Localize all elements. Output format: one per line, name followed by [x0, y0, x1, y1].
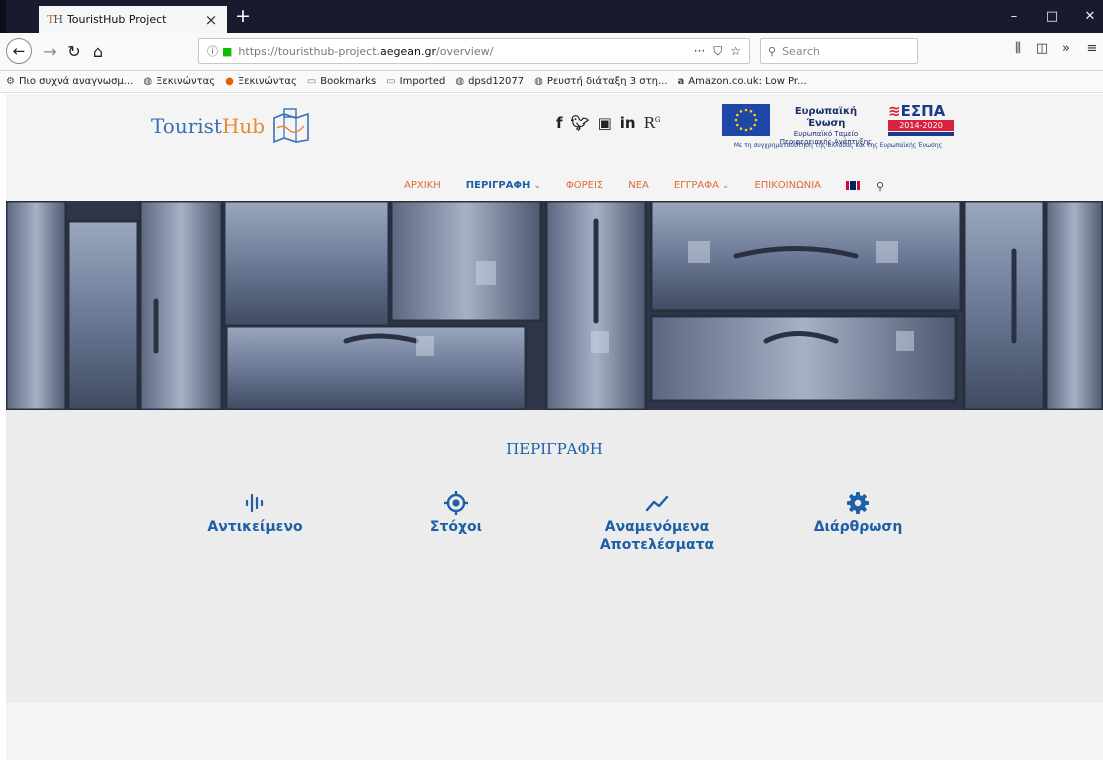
menu-hamburger-icon[interactable]: ≡ — [1082, 41, 1102, 56]
url-text[interactable]: https://touristhub-project.aegean.gr/ove… — [238, 45, 685, 58]
nav-item-partners[interactable]: ΦΟΡΕΙΣ — [566, 180, 603, 193]
linkedin-icon[interactable]: in — [620, 114, 636, 132]
reload-button[interactable]: ↻ — [62, 39, 86, 63]
info-icon[interactable]: ⓘ — [207, 43, 218, 59]
nav-item-description[interactable]: ΠΕΡΙΓΡΑΦΗ ⌄ — [466, 180, 541, 193]
eu-fund-text: Ευρωπαϊκή Ένωση Ευρωπαϊκό Ταμείο Περιφερ… — [779, 106, 873, 146]
window-minimize-button[interactable]: – — [995, 0, 1033, 33]
tab-title: TouristHub Project — [66, 13, 167, 26]
youtube-icon[interactable]: ▣ — [598, 114, 612, 132]
nav-item-news[interactable]: ΝΕΑ — [628, 180, 649, 193]
bookmark-star-icon[interactable]: ☆ — [730, 44, 741, 58]
nav-item-home[interactable]: ΑΡΧΙΚΗ — [404, 180, 441, 193]
overflow-chevron-icon[interactable]: » — [1056, 41, 1076, 56]
tab-close-icon[interactable]: × — [203, 11, 219, 29]
researchgate-icon[interactable]: RG — [644, 114, 661, 132]
home-icon: ⌂ — [92, 41, 104, 61]
feature-label: Διάρθρωση — [813, 519, 903, 535]
feature-structure[interactable]: Διάρθρωση — [778, 490, 938, 536]
social-links: f 🐦︎ ▣ in RG — [556, 114, 668, 132]
bookmark-item[interactable]: ◍ Ξεκινώντας — [143, 76, 215, 87]
logo-text: TouristHub — [151, 114, 266, 138]
twitter-icon[interactable]: 🐦︎ — [571, 114, 590, 132]
globe-icon: ◍ — [534, 76, 543, 87]
feature-expected-results[interactable]: Αναμενόμενα Αποτελέσματα — [577, 490, 737, 554]
new-tab-button[interactable]: + — [232, 6, 254, 28]
touristhub-favicon-icon: TH — [47, 13, 63, 26]
globe-icon: ◍ — [143, 76, 153, 87]
feature-objective[interactable]: Αντικείμενο — [175, 490, 335, 536]
bookmarks-toolbar: ⚙ Πιο συχνά αναγνωσμ... ◍ Ξεκινώντας ● Ξεκι… — [0, 71, 1103, 93]
folder-icon: ▭ — [386, 76, 396, 87]
eu-caption: Με τη συγχρηματοδότηση της Ελλάδας και τ… — [733, 142, 943, 149]
lock-icon[interactable]: ■ — [222, 45, 232, 58]
site-search-icon[interactable]: ⚲ — [876, 180, 884, 193]
folded-map-icon — [273, 108, 309, 144]
arrow-right-icon: → — [43, 41, 57, 61]
bookmark-item[interactable]: ◍ Ρευστή διάταξη 3 στη... — [534, 76, 667, 87]
gear-icon: ⚙ — [6, 76, 15, 87]
target-icon — [444, 491, 468, 515]
site-header: TouristHub f 🐦︎ ▣ in RG Ευρωπαϊκή Ένωση … — [6, 94, 1103, 201]
description-section: ΠΕΡΙΓΡΑΦΗ Αντικείμενο Στόχοι Αναμενόμενα… — [6, 410, 1103, 703]
sidebar-icon[interactable]: ◫ — [1032, 41, 1052, 56]
amazon-icon: a — [677, 76, 685, 87]
home-button[interactable]: ⌂ — [86, 39, 110, 63]
hero-banner-suitcases — [6, 201, 1103, 410]
site-logo[interactable]: TouristHub — [151, 108, 311, 144]
feature-label: Αντικείμενο — [207, 519, 303, 535]
eu-flag-icon — [722, 104, 770, 136]
bookmark-item[interactable]: ● Ξεκινώντας — [225, 76, 297, 87]
forward-button[interactable]: → — [38, 39, 62, 63]
section-title: ΠΕΡΙΓΡΑΦΗ — [506, 440, 603, 458]
arrow-left-icon: ← — [12, 42, 26, 60]
web-page: TouristHub f 🐦︎ ▣ in RG Ευρωπαϊκή Ένωση … — [6, 94, 1103, 760]
nav-item-contact[interactable]: ΕΠΙΚΟΙΝΩΝΙΑ — [754, 180, 821, 193]
page-footer-area — [6, 703, 1103, 760]
bookmark-item[interactable]: a Amazon.co.uk: Low Pr... — [678, 76, 807, 87]
eu-funding-banner: Ευρωπαϊκή Ένωση Ευρωπαϊκό Ταμείο Περιφερ… — [722, 104, 954, 154]
espa-logo: ≋ΕΣΠΑ 2014-2020 — [888, 104, 954, 136]
pocket-icon[interactable]: ⛉ — [713, 44, 722, 59]
page-actions-icon[interactable]: ··· — [694, 44, 705, 58]
suitcases-image — [6, 201, 1103, 410]
feature-label: Αναμενόμενα Αποτελέσματα — [599, 519, 715, 553]
reload-icon: ↻ — [67, 41, 81, 61]
url-bar[interactable]: ⓘ ■ https://touristhub-project.aegean.gr… — [198, 38, 750, 64]
window-maximize-button[interactable]: □ — [1033, 0, 1071, 33]
search-input[interactable]: ⚲ Search — [760, 38, 918, 64]
folder-icon: ▭ — [306, 76, 317, 87]
library-icon[interactable]: ⫼ — [1008, 41, 1028, 56]
browser-tab[interactable]: TH TouristHub Project × — [39, 6, 227, 33]
window-close-button[interactable]: ✕ — [1071, 0, 1103, 33]
nav-item-documents[interactable]: ΕΓΓΡΑΦΑ ⌄ — [674, 180, 730, 193]
facebook-icon[interactable]: f — [556, 114, 563, 132]
chevron-down-icon: ⌄ — [533, 181, 541, 191]
search-icon: ⚲ — [768, 44, 777, 58]
search-placeholder: Search — [782, 44, 820, 58]
feature-goals[interactable]: Στόχοι — [376, 490, 536, 536]
bookmark-item[interactable]: ⚙ Πιο συχνά αναγνωσμ... — [6, 76, 133, 87]
feature-label: Στόχοι — [429, 519, 483, 535]
globe-icon: ◍ — [455, 76, 465, 87]
main-navigation: ΑΡΧΙΚΗ ΠΕΡΙΓΡΑΦΗ ⌄ ΦΟΡΕΙΣ ΝΕΑ ΕΓΓΡΑΦΑ ⌄ ΕΠ… — [404, 180, 884, 193]
back-button[interactable]: ← — [6, 38, 32, 64]
audio-wave-icon — [245, 493, 264, 513]
chevron-down-icon: ⌄ — [721, 181, 730, 191]
uk-flag-icon[interactable] — [846, 181, 861, 190]
browser-navigation-toolbar: ← → ↻ ⌂ ⓘ ■ https://touristhub-project.a… — [0, 33, 1103, 71]
firefox-icon: ● — [225, 76, 234, 87]
bookmark-folder[interactable]: ▭ Imported — [386, 76, 445, 87]
bookmark-item[interactable]: ◍ dpsd12077 — [455, 76, 524, 87]
trend-line-icon — [645, 495, 669, 512]
gear-icon — [847, 492, 869, 514]
bookmark-folder[interactable]: ▭ Bookmarks — [307, 76, 376, 87]
browser-tab-bar: TH TouristHub Project × + – □ ✕ — [0, 0, 1103, 33]
